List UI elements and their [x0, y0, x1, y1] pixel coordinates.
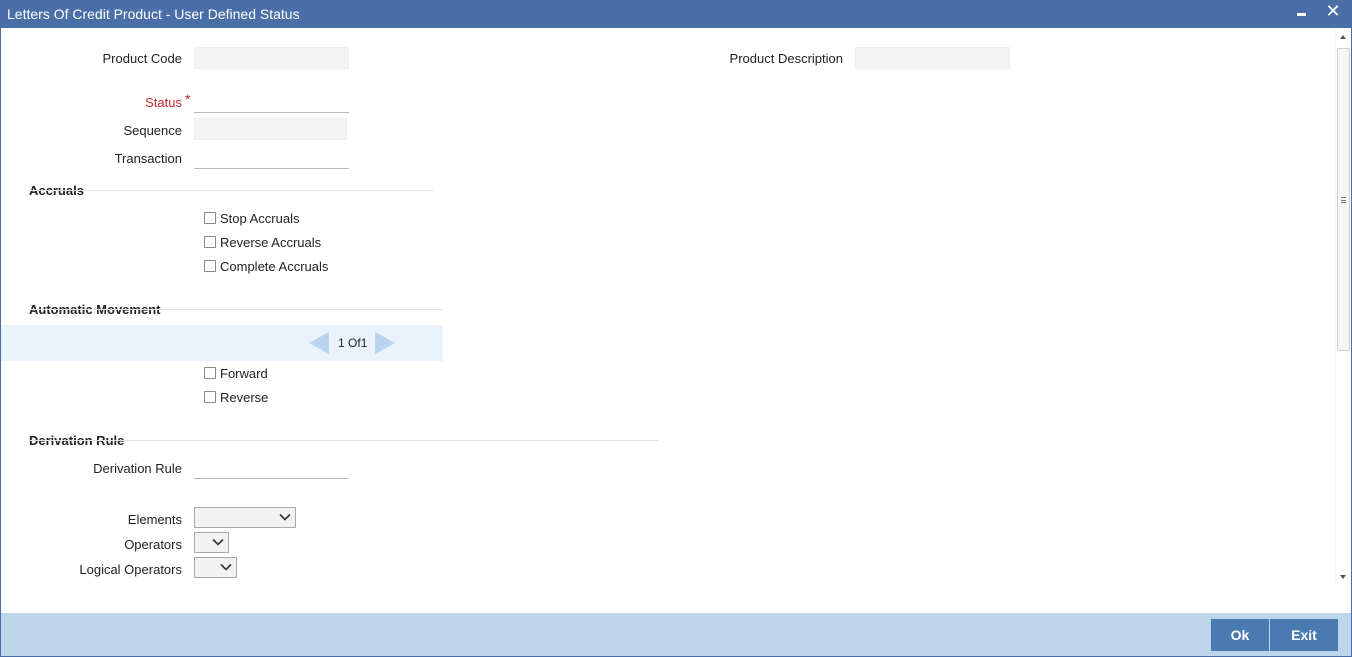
stop-accruals-label: Stop Accruals	[220, 210, 300, 226]
previous-record-icon[interactable]	[309, 332, 329, 354]
accruals-divider	[29, 190, 433, 191]
operators-label: Operators	[124, 537, 182, 552]
operators-select[interactable]	[194, 532, 229, 553]
forward-checkbox[interactable]	[204, 367, 216, 379]
dialog-window: Letters Of Credit Product - User Defined…	[0, 0, 1352, 657]
logical-operators-select[interactable]	[194, 557, 237, 578]
reverse-accruals-label: Reverse Accruals	[220, 234, 322, 250]
scroll-down-icon[interactable]	[1340, 575, 1346, 579]
pager-text: 1 Of1	[338, 336, 367, 350]
chevron-down-icon	[220, 563, 232, 571]
record-pager: 1 Of1	[1, 325, 443, 361]
complete-accruals-option[interactable]: Complete Accruals	[204, 258, 328, 274]
vertical-scrollbar[interactable]	[1335, 29, 1351, 585]
grip-icon	[1341, 197, 1346, 203]
title-bar: Letters Of Credit Product - User Defined…	[1, 1, 1351, 28]
pager-total: 1	[360, 336, 368, 350]
product-code-field[interactable]	[194, 47, 349, 69]
close-icon: ✕	[1325, 1, 1341, 21]
transaction-label: Transaction	[114, 151, 182, 166]
elements-label: Elements	[127, 512, 182, 527]
minimize-icon	[1297, 13, 1306, 16]
stop-accruals-option[interactable]: Stop Accruals	[204, 210, 300, 226]
reverse-accruals-option[interactable]: Reverse Accruals	[204, 234, 321, 250]
reverse-option[interactable]: Reverse	[204, 389, 268, 405]
complete-accruals-checkbox[interactable]	[204, 260, 216, 272]
transaction-input[interactable]	[194, 147, 349, 169]
derivation-rule-input[interactable]	[194, 457, 349, 479]
ok-button[interactable]: Ok	[1211, 619, 1269, 651]
dialog-footer: Ok Exit	[1, 613, 1351, 656]
sequence-field[interactable]	[194, 118, 347, 140]
chevron-down-icon	[212, 538, 224, 546]
complete-accruals-label: Complete Accruals	[220, 258, 329, 274]
forward-label: Forward	[220, 365, 268, 381]
logical-operators-label: Logical Operators	[79, 562, 182, 577]
window-title: Letters Of Credit Product - User Defined…	[7, 6, 300, 22]
elements-select[interactable]	[194, 507, 296, 528]
automatic-movement-divider	[29, 309, 443, 310]
scroll-up-icon[interactable]	[1340, 35, 1346, 39]
product-description-label: Product Description	[729, 51, 843, 66]
derivation-rule-divider	[29, 440, 659, 441]
status-input[interactable]	[194, 91, 349, 113]
pager-separator: Of	[348, 336, 361, 350]
reverse-label: Reverse	[220, 389, 269, 405]
sequence-label: Sequence	[123, 123, 182, 138]
pager-current: 1	[338, 336, 345, 350]
required-indicator: *	[185, 91, 191, 107]
product-description-field[interactable]	[855, 47, 1010, 69]
close-button[interactable]: ✕	[1323, 2, 1343, 22]
stop-accruals-checkbox[interactable]	[204, 212, 216, 224]
status-label: Status	[145, 95, 182, 110]
reverse-checkbox[interactable]	[204, 391, 216, 403]
exit-button[interactable]: Exit	[1270, 619, 1338, 651]
forward-option[interactable]: Forward	[204, 365, 268, 381]
next-record-icon[interactable]	[375, 332, 395, 354]
chevron-down-icon	[279, 513, 291, 521]
scroll-thumb[interactable]	[1337, 48, 1350, 351]
product-code-label: Product Code	[102, 51, 183, 66]
form-content: Product Code Product Description Status …	[1, 29, 1335, 613]
minimize-button[interactable]	[1291, 5, 1311, 23]
reverse-accruals-checkbox[interactable]	[204, 236, 216, 248]
derivation-rule-label: Derivation Rule	[93, 461, 182, 476]
